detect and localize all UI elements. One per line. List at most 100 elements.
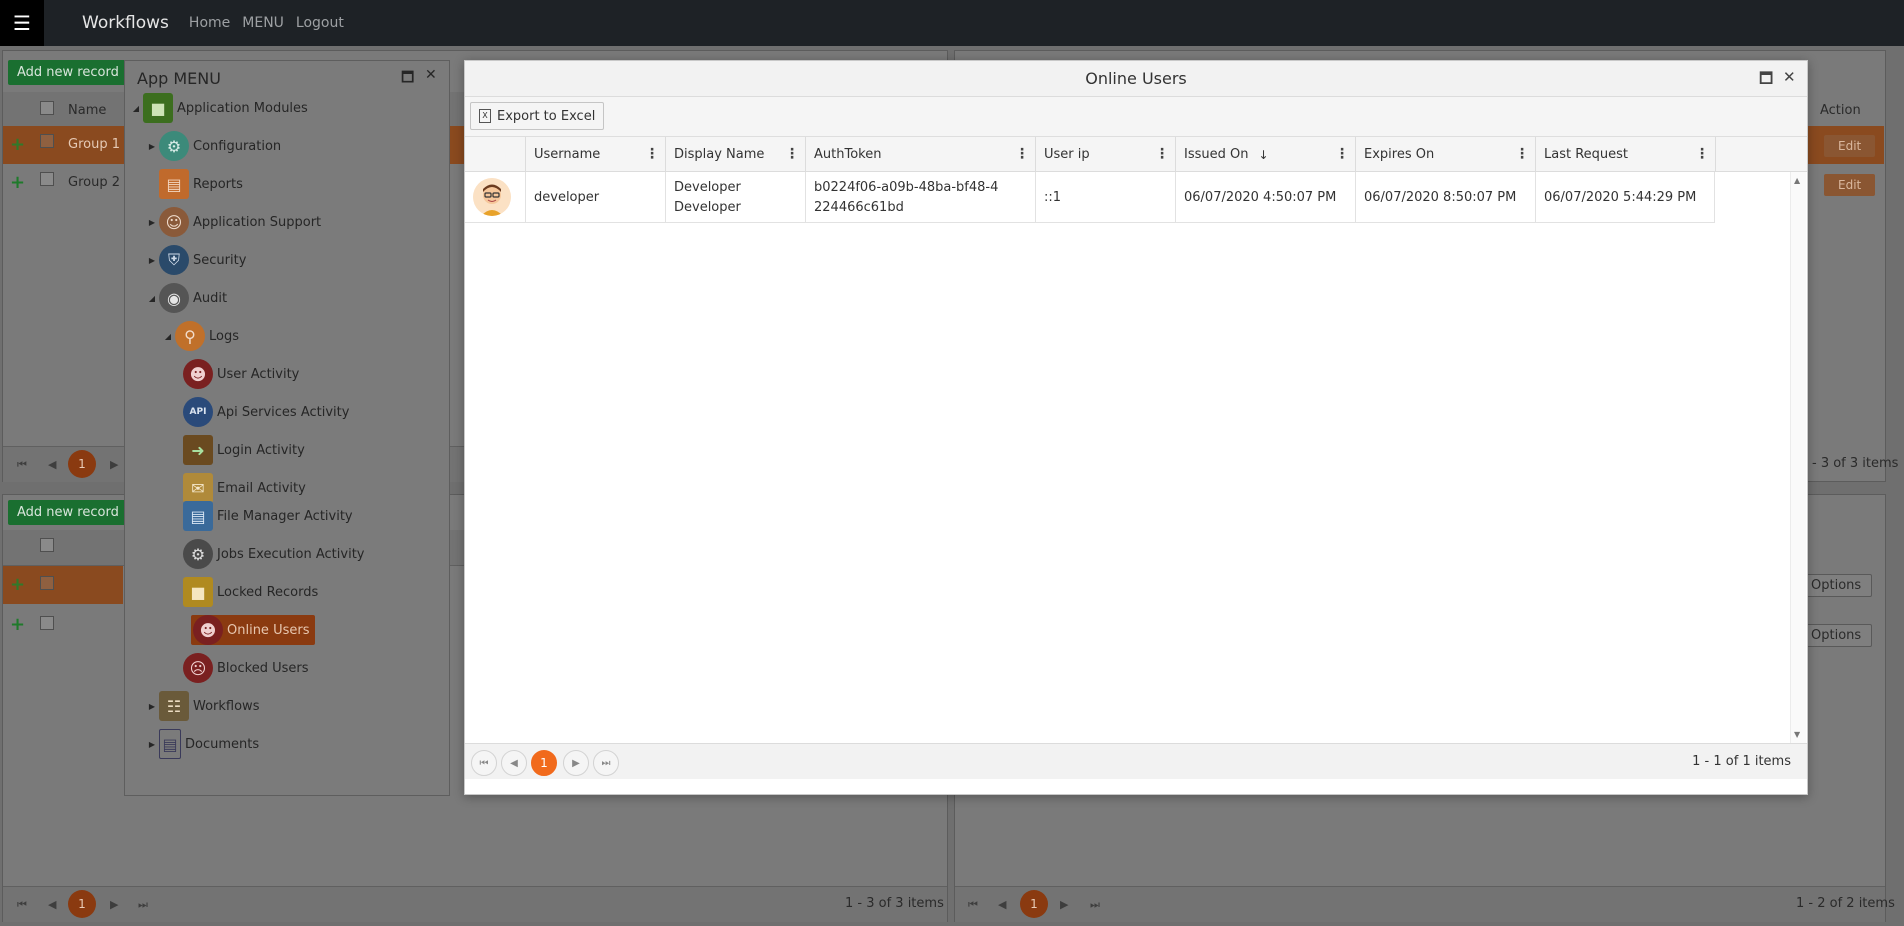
bg-last-page-icon[interactable]: ⏭ <box>1090 898 1100 912</box>
col-header-user-ip[interactable]: User ip ⋮ <box>1035 137 1175 172</box>
bg-edit-button-2[interactable]: Edit <box>1824 174 1876 196</box>
bg-next-page-icon[interactable]: ▶ <box>110 898 118 911</box>
bg-prev-page-icon[interactable]: ◀ <box>48 458 56 471</box>
bg-current-page[interactable]: 1 <box>1020 890 1048 918</box>
table-row[interactable]: developer Developer Developer b0224f06-a… <box>465 172 1715 223</box>
close-icon[interactable]: ✕ <box>425 67 437 83</box>
maximize-icon[interactable]: 🗖 <box>401 67 414 91</box>
expand-icon[interactable]: ▶ <box>145 142 159 151</box>
column-menu-icon[interactable]: ⋮ <box>1015 146 1029 162</box>
login-door-icon: ➜ <box>183 435 213 465</box>
tree-label: Configuration <box>193 138 282 154</box>
scroll-up-icon[interactable]: ▲ <box>1794 176 1800 185</box>
tree-item-user-activity[interactable]: ☻ User Activity <box>183 359 299 389</box>
tree-item-login-activity[interactable]: ➜ Login Activity <box>183 435 305 465</box>
sort-desc-icon: ↓ <box>1258 147 1269 162</box>
app-menu-window: App MENU 🗖 ✕ ◢ ■ Application Modules ▶ ⚙… <box>124 60 450 796</box>
bg-first-page-icon[interactable]: ⏮ <box>17 898 27 912</box>
expand-icon[interactable]: ▶ <box>145 218 159 227</box>
column-menu-icon[interactable]: ⋮ <box>1515 146 1529 162</box>
tree-item-documents[interactable]: ▶ ▤ Documents <box>145 729 259 759</box>
bg-current-page[interactable]: 1 <box>68 890 96 918</box>
expand-icon[interactable]: ▶ <box>145 740 159 749</box>
column-menu-icon[interactable]: ⋮ <box>1695 146 1709 162</box>
nav-link-home[interactable]: Home <box>189 15 230 31</box>
col-header-authtoken[interactable]: AuthToken ⋮ <box>805 137 1035 172</box>
tree-item-configuration[interactable]: ▶ ⚙ Configuration <box>145 131 281 161</box>
tree-item-blocked-users[interactable]: ☹ Blocked Users <box>183 653 308 683</box>
bg-cell-group-2: Group 2 <box>68 175 120 190</box>
modal-titlebar[interactable]: Online Users 🗖 ✕ <box>465 61 1807 97</box>
add-new-record-button-top[interactable]: Add new record <box>8 60 128 85</box>
tree-item-online-users[interactable]: ☻ Online Users <box>191 615 316 645</box>
collapse-icon[interactable]: ◢ <box>129 104 143 113</box>
tree-item-security[interactable]: ▶ ⛨ Security <box>145 245 246 275</box>
nav-link-logout[interactable]: Logout <box>296 15 344 31</box>
bg-row-checkbox[interactable] <box>40 172 54 186</box>
tree-item-locked-records[interactable]: ■ Locked Records <box>183 577 318 607</box>
bg-prev-page-icon[interactable]: ◀ <box>48 898 56 911</box>
tree-label: Logs <box>209 328 239 344</box>
col-header-display-name[interactable]: Display Name ⋮ <box>665 137 805 172</box>
bg-row-checkbox[interactable] <box>40 616 54 630</box>
tree-item-audit[interactable]: ◢ ◉ Audit <box>145 283 227 313</box>
expand-icon[interactable]: ▶ <box>145 256 159 265</box>
tree-item-file-manager-activity[interactable]: ▤ File Manager Activity <box>183 501 353 531</box>
bg-first-page-icon[interactable]: ⏮ <box>17 458 27 472</box>
bg-options-button-1[interactable]: Options <box>1800 574 1873 597</box>
nav-link-menu[interactable]: MENU <box>242 15 284 31</box>
prev-page-button[interactable]: ◀ <box>501 750 527 776</box>
tree-item-workflows[interactable]: ▶ ☷ Workflows <box>145 691 259 721</box>
next-page-button[interactable]: ▶ <box>563 750 589 776</box>
col-header-last-request[interactable]: Last Request ⋮ <box>1535 137 1715 172</box>
tree-item-application-modules[interactable]: ◢ ■ Application Modules <box>129 93 308 123</box>
expand-icon[interactable]: ▶ <box>145 702 159 711</box>
tree-item-logs[interactable]: ◢ ⚲ Logs <box>161 321 239 351</box>
hamburger-icon[interactable]: ☰ <box>0 0 44 46</box>
last-page-button[interactable]: ⏭ <box>593 750 619 776</box>
bg-next-page-icon[interactable]: ▶ <box>110 458 118 471</box>
bg-row-checkbox[interactable] <box>40 134 54 148</box>
bg-last-page-icon[interactable]: ⏭ <box>138 898 148 912</box>
document-icon: ▤ <box>159 729 181 759</box>
current-page-button[interactable]: 1 <box>531 750 557 776</box>
tree-item-application-support[interactable]: ▶ ☺ Application Support <box>145 207 321 237</box>
bg-select-all-checkbox[interactable] <box>40 538 54 552</box>
close-icon[interactable]: ✕ <box>1783 68 1796 86</box>
tree-label: Documents <box>185 736 260 752</box>
bg-row-checkbox[interactable] <box>40 576 54 590</box>
export-to-excel-button[interactable]: X Export to Excel <box>470 102 605 130</box>
bg-next-page-icon[interactable]: ▶ <box>1060 898 1068 911</box>
tree-item-jobs-execution-activity[interactable]: ⚙ Jobs Execution Activity <box>183 539 365 569</box>
top-navbar: ☰ Workflows Home MENU Logout <box>0 0 1904 46</box>
collapse-icon[interactable]: ◢ <box>145 294 159 303</box>
bg-first-page-icon[interactable]: ⏮ <box>968 898 978 912</box>
bg-edit-button-1[interactable]: Edit <box>1824 135 1876 157</box>
tree-label: Security <box>193 252 247 268</box>
column-menu-icon[interactable]: ⋮ <box>645 146 659 162</box>
col-header-username[interactable]: Username ⋮ <box>525 137 665 172</box>
vertical-scrollbar[interactable]: ▲ ▼ <box>1790 172 1806 743</box>
bg-options-button-2[interactable]: Options <box>1800 624 1873 647</box>
scroll-down-icon[interactable]: ▼ <box>1794 730 1800 739</box>
bg-select-all-checkbox[interactable] <box>40 101 54 115</box>
bg-current-page[interactable]: 1 <box>68 450 96 478</box>
collapse-icon[interactable]: ◢ <box>161 332 175 341</box>
col-header-expires-on[interactable]: Expires On ⋮ <box>1355 137 1535 172</box>
bg-prev-page-icon[interactable]: ◀ <box>998 898 1006 911</box>
tree-item-reports[interactable]: ▤ Reports <box>145 169 243 199</box>
brand-title[interactable]: Workflows <box>82 13 169 33</box>
maximize-icon[interactable]: 🗖 <box>1759 68 1773 93</box>
bg-expand-icon[interactable]: + <box>10 614 25 635</box>
first-page-button[interactable]: ⏮ <box>471 750 497 776</box>
column-menu-icon[interactable]: ⋮ <box>1155 146 1169 162</box>
bg-expand-icon[interactable]: + <box>10 574 25 595</box>
bg-expand-icon[interactable]: + <box>10 134 25 155</box>
tree-item-api-services-activity[interactable]: API Api Services Activity <box>183 397 349 427</box>
column-menu-icon[interactable]: ⋮ <box>1335 146 1349 162</box>
bg-expand-icon[interactable]: + <box>10 172 25 193</box>
add-new-record-button-bottom[interactable]: Add new record <box>8 500 128 525</box>
col-header-issued-on[interactable]: Issued On ↓ ⋮ <box>1175 137 1355 172</box>
column-menu-icon[interactable]: ⋮ <box>785 146 799 162</box>
tree-item-email-activity[interactable]: ✉ Email Activity <box>183 473 306 503</box>
